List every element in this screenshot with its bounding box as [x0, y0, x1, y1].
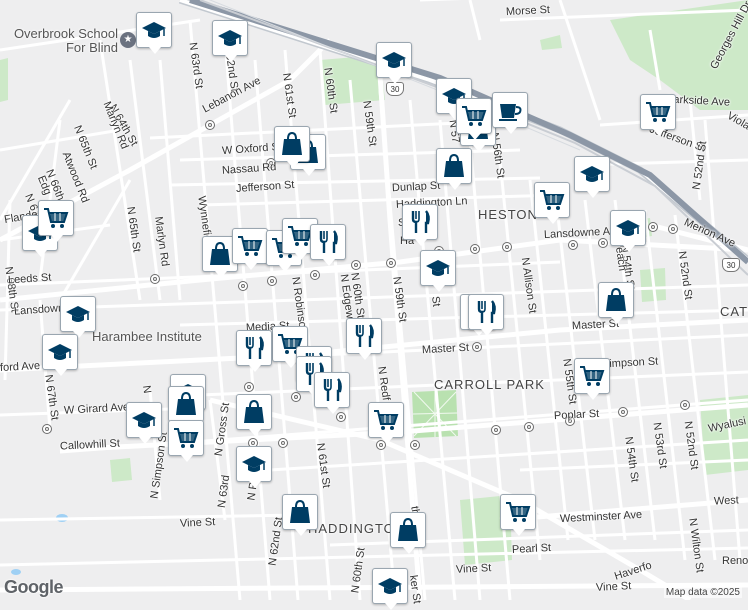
transit-stop-icon[interactable]: [502, 242, 512, 252]
landmark-icon[interactable]: ★: [120, 32, 136, 48]
grocery-marker[interactable]: [38, 200, 74, 242]
store-marker[interactable]: [274, 126, 310, 168]
google-logo: Google: [4, 577, 64, 597]
restaurant-marker[interactable]: [402, 204, 438, 246]
transit-stop-icon[interactable]: [386, 258, 396, 268]
place-label: Overbrook School For Blind: [13, 26, 118, 56]
transit-stop-icon[interactable]: [618, 407, 628, 417]
place-label: Harambee Institute: [92, 329, 202, 344]
school-marker[interactable]: [212, 20, 248, 62]
restaurant-marker[interactable]: [314, 372, 350, 414]
transit-stop-icon[interactable]: [680, 400, 690, 410]
street-label: Vine St: [595, 580, 632, 594]
transit-stop-icon[interactable]: [568, 240, 578, 250]
transit-stop-icon[interactable]: [267, 276, 277, 286]
street-label: St: [429, 295, 443, 308]
school-marker[interactable]: [126, 402, 162, 444]
place-overbrook-school[interactable]: Overbrook School For Blind: [12, 26, 118, 56]
grocery-marker[interactable]: [500, 494, 536, 536]
restaurant-marker[interactable]: [236, 330, 272, 372]
restaurant-marker[interactable]: [468, 294, 504, 336]
street-label: Vine St: [455, 562, 492, 576]
school-marker[interactable]: [236, 446, 272, 488]
street-label: Vine St: [179, 516, 216, 530]
transit-stop-icon[interactable]: [410, 440, 420, 450]
transit-stop-icon[interactable]: [648, 222, 658, 232]
school-marker[interactable]: [372, 568, 408, 610]
route-30-shield: 30: [386, 82, 404, 96]
store-marker[interactable]: [282, 494, 318, 536]
grocery-marker[interactable]: [368, 402, 404, 444]
school-marker[interactable]: [420, 250, 456, 292]
street-label: ford Ave: [0, 359, 41, 375]
store-marker[interactable]: [390, 512, 426, 554]
transit-stop-icon[interactable]: [278, 438, 288, 448]
transit-stop-icon[interactable]: [472, 342, 482, 352]
street-label: Morse St: [505, 3, 551, 19]
grocery-marker[interactable]: [456, 98, 492, 140]
store-marker[interactable]: [598, 282, 634, 324]
grocery-marker[interactable]: [534, 182, 570, 224]
map-attribution[interactable]: Map data ©2025: [663, 587, 742, 598]
store-marker[interactable]: [168, 386, 204, 428]
transit-stop-icon[interactable]: [668, 224, 678, 234]
grocery-marker[interactable]: [574, 358, 610, 400]
transit-stop-icon[interactable]: [42, 424, 52, 434]
grocery-marker[interactable]: [640, 94, 676, 136]
transit-stop-icon[interactable]: [598, 238, 608, 248]
school-marker[interactable]: [610, 210, 646, 252]
school-marker[interactable]: [376, 42, 412, 84]
transit-stop-icon[interactable]: [150, 274, 160, 284]
transit-stop-icon[interactable]: [205, 120, 215, 130]
area-label-carroll-park: CARROLL PARK: [434, 377, 545, 392]
street-label: Pearl St: [511, 541, 552, 557]
restaurant-marker[interactable]: [346, 318, 382, 360]
transit-stop-icon[interactable]: [524, 422, 534, 432]
store-marker[interactable]: [436, 148, 472, 190]
street-label: Reno: [722, 555, 748, 567]
area-label-heston: HESTON: [478, 207, 538, 222]
store-marker[interactable]: [236, 394, 272, 436]
transit-stop-icon[interactable]: [351, 260, 361, 270]
area-label-cat: CAT: [720, 304, 748, 319]
transit-stop-icon[interactable]: [310, 270, 320, 280]
school-marker[interactable]: [60, 296, 96, 338]
transit-stop-icon[interactable]: [491, 425, 501, 435]
street-label: West: [713, 494, 740, 508]
school-marker[interactable]: [574, 156, 610, 198]
school-marker[interactable]: [136, 12, 172, 54]
cafe-marker[interactable]: [492, 92, 528, 134]
school-marker[interactable]: [42, 334, 78, 376]
transit-stop-icon[interactable]: [238, 281, 248, 291]
transit-stop-icon[interactable]: [244, 382, 254, 392]
transit-stop-icon[interactable]: [470, 244, 480, 254]
grocery-marker[interactable]: [232, 228, 268, 270]
transit-stop-icon[interactable]: [291, 392, 301, 402]
place-harambee-institute[interactable]: Harambee Institute: [92, 329, 202, 344]
restaurant-marker[interactable]: [310, 224, 346, 266]
street-label: N: [139, 384, 153, 395]
route-30-shield: 30: [722, 258, 740, 272]
grocery-marker[interactable]: [168, 420, 204, 462]
